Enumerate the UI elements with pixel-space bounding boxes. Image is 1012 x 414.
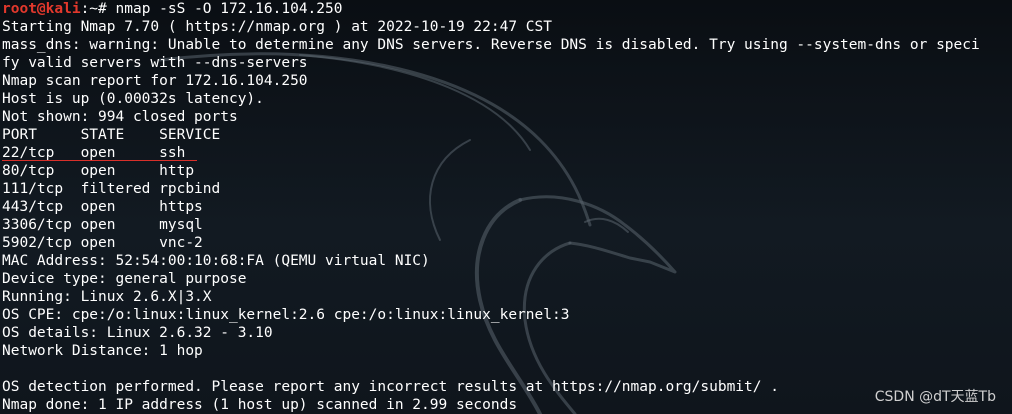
terminal-output[interactable]: root@kali:~# nmap -sS -O 172.16.104.250 … <box>2 0 1010 414</box>
output-line: Running: Linux 2.6.X|3.X <box>2 289 212 305</box>
terminal-window[interactable]: root@kali:~# nmap -sS -O 172.16.104.250 … <box>0 0 1012 414</box>
prompt-symbol: :~# <box>80 1 116 17</box>
port-row: 5902/tcp open vnc-2 <box>2 235 203 251</box>
port-row-text: 22/tcp open ssh <box>2 145 186 161</box>
output-line: OS details: Linux 2.6.32 - 3.10 <box>2 325 273 341</box>
port-row-highlighted: 22/tcp open ssh <box>2 144 1010 162</box>
command-text: nmap -sS -O 172.16.104.250 <box>115 1 343 17</box>
port-row: 443/tcp open https <box>2 199 203 215</box>
output-line: Device type: general purpose <box>2 271 247 287</box>
output-line: fy valid servers with --dns-servers <box>2 55 308 71</box>
output-line: Starting Nmap 7.70 ( https://nmap.org ) … <box>2 19 552 35</box>
port-row: 3306/tcp open mysql <box>2 217 203 233</box>
output-line: Nmap scan report for 172.16.104.250 <box>2 73 308 89</box>
output-line: OS CPE: cpe:/o:linux:linux_kernel:2.6 cp… <box>2 307 570 323</box>
output-line: Nmap done: 1 IP address (1 host up) scan… <box>2 397 518 413</box>
command-line: root@kali:~# nmap -sS -O 172.16.104.250 <box>2 0 1010 18</box>
output-line: OS detection performed. Please report an… <box>2 379 779 395</box>
prompt-user-host: root@kali <box>2 1 81 17</box>
highlight-underline <box>2 160 197 161</box>
port-row: 80/tcp open http <box>2 163 195 179</box>
port-table-header: PORT STATE SERVICE <box>2 127 221 143</box>
watermark: CSDN @dT天蓝Tb <box>874 389 996 405</box>
output-line: Network Distance: 1 hop <box>2 343 203 359</box>
port-row: 111/tcp filtered rpcbind <box>2 181 221 197</box>
output-line: MAC Address: 52:54:00:10:68:FA (QEMU vir… <box>2 253 430 269</box>
output-line: Host is up (0.00032s latency). <box>2 91 264 107</box>
output-line: mass_dns: warning: Unable to determine a… <box>2 37 980 53</box>
output-line: Not shown: 994 closed ports <box>2 109 238 125</box>
